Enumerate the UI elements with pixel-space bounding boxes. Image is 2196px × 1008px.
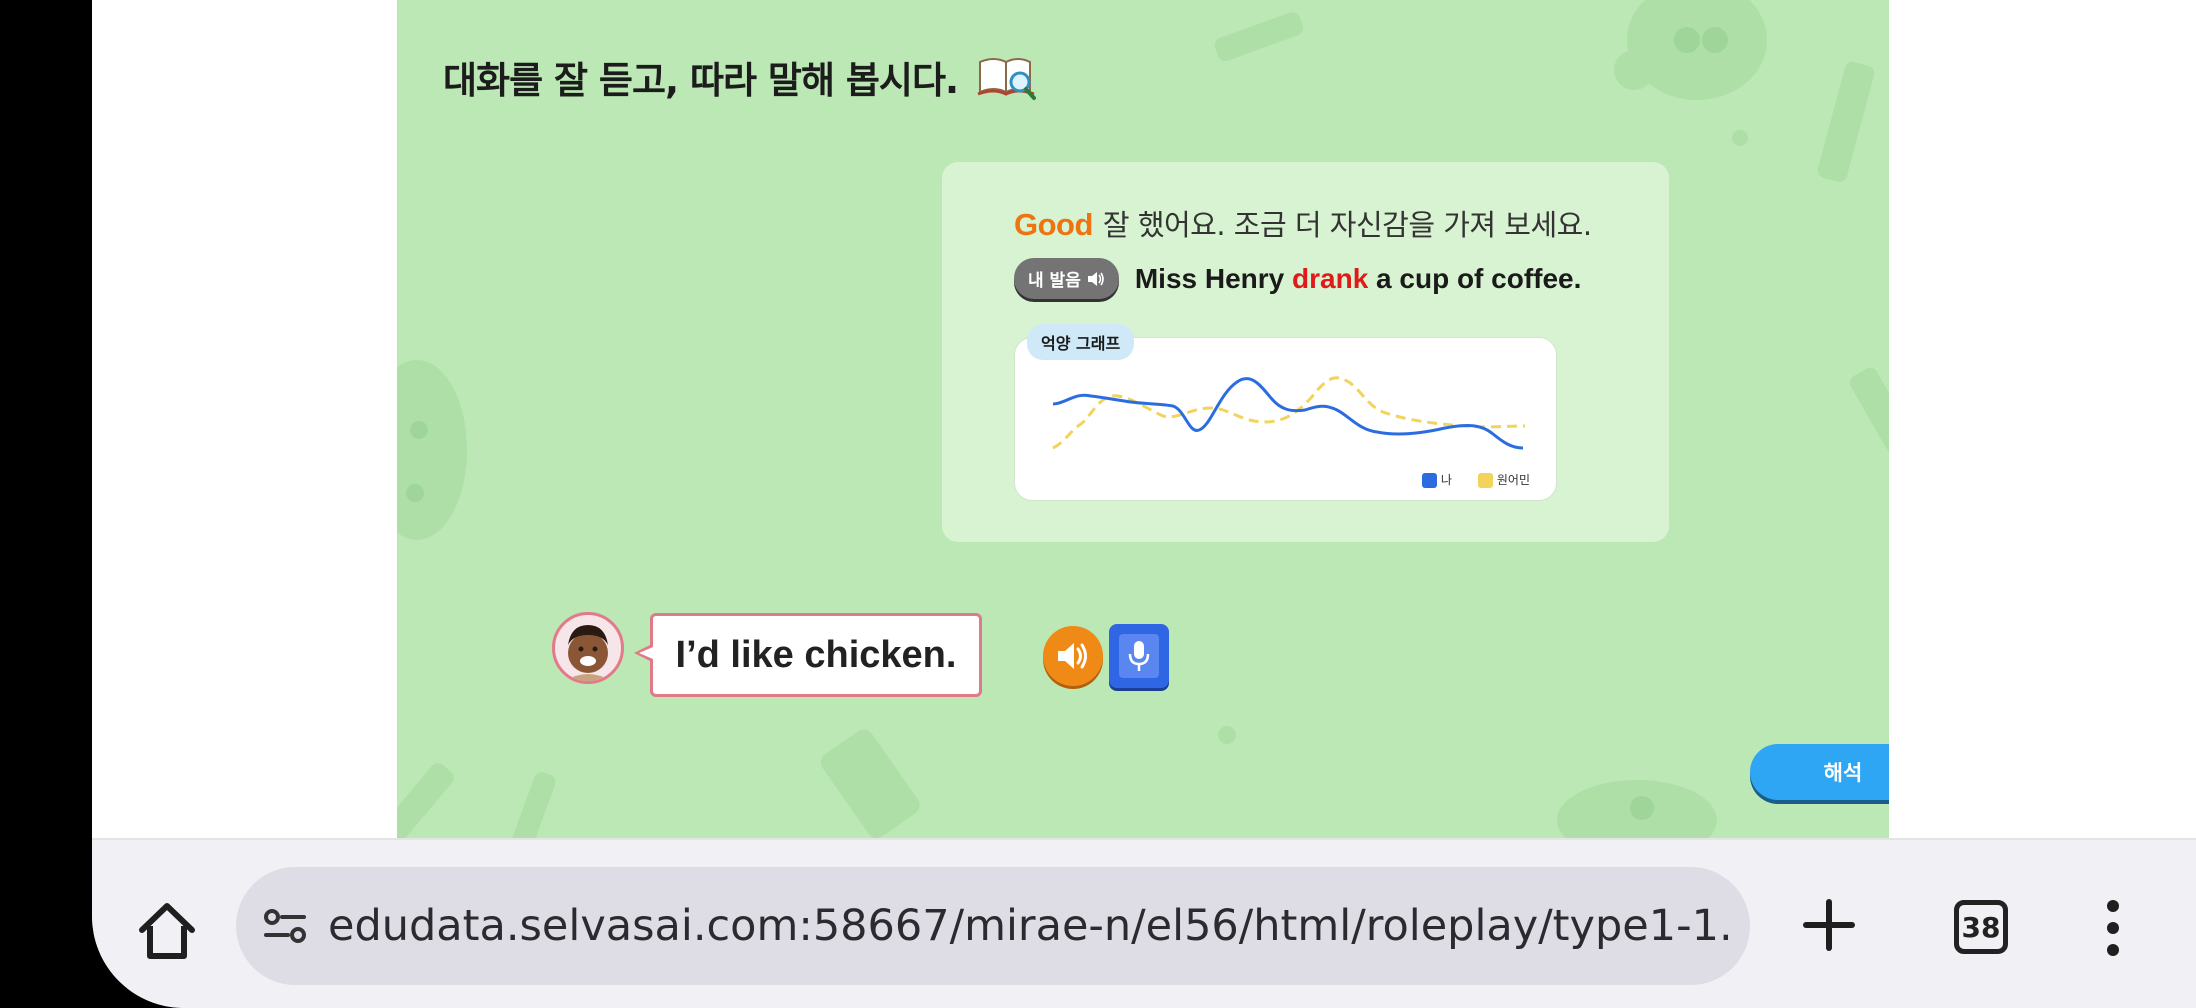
grade-label: Good <box>1014 207 1093 242</box>
more-options-icon[interactable] <box>2098 896 2128 960</box>
mispronounced-word: drank <box>1292 262 1369 294</box>
feedback-message-line: Good 잘 했어요. 조금 더 자신감을 가져 보세요. <box>1014 202 1592 244</box>
intonation-graph: 억양 그래프 나 원어민 <box>1014 324 1557 501</box>
microphone-icon <box>1128 641 1150 671</box>
translate-button[interactable]: 해석 <box>1750 744 1889 800</box>
speaker-icon <box>1087 271 1104 286</box>
speaker-icon <box>1058 643 1087 669</box>
url-text: edudata.selvasai.com:58667/mirae-n/el56/… <box>328 901 1728 951</box>
speech-bubble: I’d like chicken. <box>650 613 982 697</box>
sentence-part-2: a cup of coffee. <box>1368 262 1582 294</box>
my-pronunciation-label: 내 발음 <box>1028 271 1081 291</box>
evaluated-sentence: Miss Henry drank a cup of coffee. <box>1135 263 1582 295</box>
instruction-text: 대화를 잘 듣고, 따라 말해 봅시다. <box>443 59 959 102</box>
device-screen: 대화를 잘 듣고, 따라 말해 봅시다. Good 잘 했어요. 조금 더 자신감… <box>92 0 2196 1008</box>
legend-native: 원어민 <box>1477 471 1530 488</box>
legend-me: 나 <box>1421 471 1452 488</box>
dialogue-text: I’d like chicken. <box>675 633 957 676</box>
lesson-panel: 대화를 잘 듣고, 따라 말해 봅시다. Good 잘 했어요. 조금 더 자신감… <box>397 0 1889 838</box>
address-bar[interactable]: edudata.selvasai.com:58667/mirae-n/el56/… <box>236 867 1750 985</box>
sentence-line: 내 발음 Miss Henry drank a cup of coffee. <box>1014 258 1581 299</box>
my-pronunciation-button[interactable]: 내 발음 <box>1014 258 1119 299</box>
record-button-face <box>1119 634 1159 678</box>
book-magnifier-icon <box>977 58 1037 100</box>
sentence-part-1: Miss Henry <box>1134 262 1293 294</box>
browser-toolbar: edudata.selvasai.com:58667/mirae-n/el56/… <box>92 838 2196 1008</box>
pronunciation-feedback-card: Good 잘 했어요. 조금 더 자신감을 가져 보세요. 내 발음 Miss H… <box>942 162 1669 542</box>
home-icon[interactable] <box>132 896 202 966</box>
record-button[interactable] <box>1109 624 1169 688</box>
my-intonation-line <box>1052 377 1524 450</box>
graph-legend: 나 원어민 <box>1421 471 1530 488</box>
new-tab-icon[interactable] <box>1798 894 1860 956</box>
tab-switcher-button[interactable]: 38 <box>1954 900 2008 954</box>
native-intonation-line <box>1052 376 1526 450</box>
speech-bubble-tail-inner <box>639 647 653 659</box>
tab-count: 38 <box>1961 910 2001 944</box>
speaker-face-icon <box>565 625 611 681</box>
feedback-message: 잘 했어요. 조금 더 자신감을 가져 보세요. <box>1102 208 1592 242</box>
site-settings-icon[interactable] <box>260 901 310 951</box>
speaker-avatar <box>552 612 624 684</box>
page-title: 대화를 잘 듣고, 따라 말해 봅시다. <box>443 50 1038 104</box>
play-audio-button[interactable] <box>1043 626 1103 686</box>
